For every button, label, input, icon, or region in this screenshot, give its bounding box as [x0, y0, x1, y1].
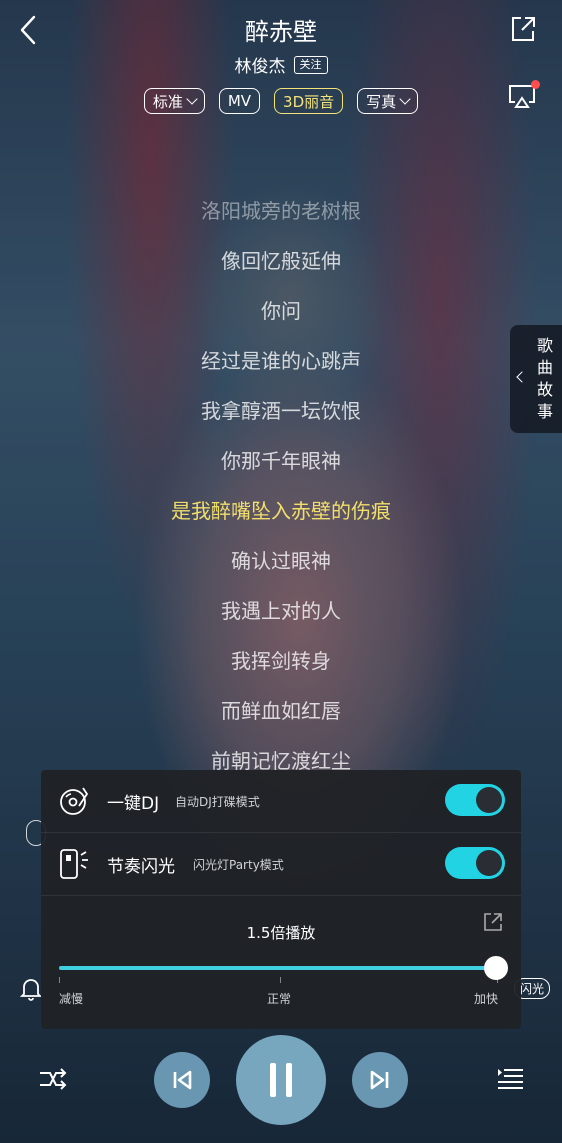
- 3d-audio-chip[interactable]: 3D丽音: [274, 88, 344, 114]
- slider-tick: [59, 977, 60, 983]
- previous-button[interactable]: [154, 1052, 210, 1108]
- song-title: 醉赤壁: [245, 18, 317, 46]
- lyric-line: 我拿醇酒一坛饮恨: [201, 399, 361, 423]
- bell-icon[interactable]: [19, 977, 43, 1001]
- flash-row[interactable]: 节奏闪光 闪光灯Party模式: [41, 833, 521, 895]
- speed-label-normal: 正常: [267, 992, 292, 1006]
- chevron-left-icon: [516, 371, 528, 383]
- lyric-line: 而鲜血如红唇: [221, 699, 341, 723]
- dj-row[interactable]: 一键DJ 自动DJ打碟模式: [41, 770, 521, 832]
- slider-tick: [280, 977, 281, 983]
- next-button[interactable]: [352, 1052, 408, 1108]
- speed-title: 1.5倍播放: [246, 924, 316, 942]
- expand-icon[interactable]: [483, 912, 503, 932]
- mv-chip-label: MV: [227, 92, 252, 110]
- dj-name: 一键DJ: [107, 793, 160, 814]
- flashlight-phone-icon: [57, 847, 91, 881]
- speed-slider-track[interactable]: [59, 966, 497, 970]
- lyric-line: 你问: [261, 299, 301, 323]
- dj-disc-icon: [57, 784, 91, 818]
- mv-chip[interactable]: MV: [218, 88, 261, 114]
- photo-chip-label: 写真: [366, 92, 397, 111]
- flash-desc: 闪光灯Party模式: [193, 857, 284, 872]
- photo-chip[interactable]: 写真: [357, 88, 419, 114]
- chevron-down-icon: [186, 93, 198, 105]
- artist-row: 林俊杰 关注: [0, 52, 562, 77]
- flash-toggle[interactable]: [445, 847, 505, 879]
- share-icon[interactable]: [508, 14, 538, 44]
- mode-chips: 标准 MV 3D丽音 写真: [0, 88, 562, 114]
- song-story-label: 歌曲故事: [536, 336, 553, 421]
- lyric-line: 像回忆般延伸: [221, 249, 341, 273]
- chevron-down-icon: [399, 93, 411, 105]
- dj-toggle[interactable]: [445, 784, 505, 816]
- shuffle-icon[interactable]: [38, 1066, 68, 1092]
- lyric-line-active: 是我醉嘴坠入赤壁的伤痕: [171, 499, 391, 523]
- playlist-icon[interactable]: [496, 1066, 524, 1092]
- lyric-line: 我挥剑转身: [231, 649, 331, 673]
- flash-name: 节奏闪光: [107, 856, 175, 877]
- quality-chip-label: 标准: [152, 92, 183, 111]
- lyric-line: 你那千年眼神: [221, 449, 341, 473]
- toggle-knob: [476, 850, 502, 876]
- speed-label-slow: 减慢: [59, 992, 84, 1006]
- 3d-audio-chip-label: 3D丽音: [283, 92, 335, 111]
- song-story-tab[interactable]: 歌曲故事: [510, 325, 562, 433]
- follow-button[interactable]: 关注: [293, 55, 328, 74]
- speed-label-fast: 加快: [474, 992, 499, 1006]
- dj-desc: 自动DJ打碟模式: [175, 794, 260, 809]
- lyric-line: 洛阳城旁的老树根: [201, 199, 361, 223]
- lyric-line: 确认过眼神: [231, 549, 331, 573]
- lyric-line: 经过是谁的心跳声: [201, 349, 361, 373]
- speed-slider-thumb[interactable]: [484, 956, 508, 980]
- quality-chip[interactable]: 标准: [143, 88, 205, 114]
- artist-name[interactable]: 林俊杰: [235, 52, 286, 77]
- lyric-line: 我遇上对的人: [221, 599, 341, 623]
- toggle-knob: [476, 787, 502, 813]
- lyrics-view[interactable]: 洛阳城旁的老树根 像回忆般延伸 你问 经过是谁的心跳声 我拿醇酒一坛饮恨 你那千…: [0, 198, 562, 798]
- pause-button[interactable]: [236, 1035, 326, 1125]
- divider: [41, 895, 521, 896]
- effects-panel: 一键DJ 自动DJ打碟模式 节奏闪光 闪光灯Party模式 1.5倍播放 减慢 …: [41, 770, 521, 1029]
